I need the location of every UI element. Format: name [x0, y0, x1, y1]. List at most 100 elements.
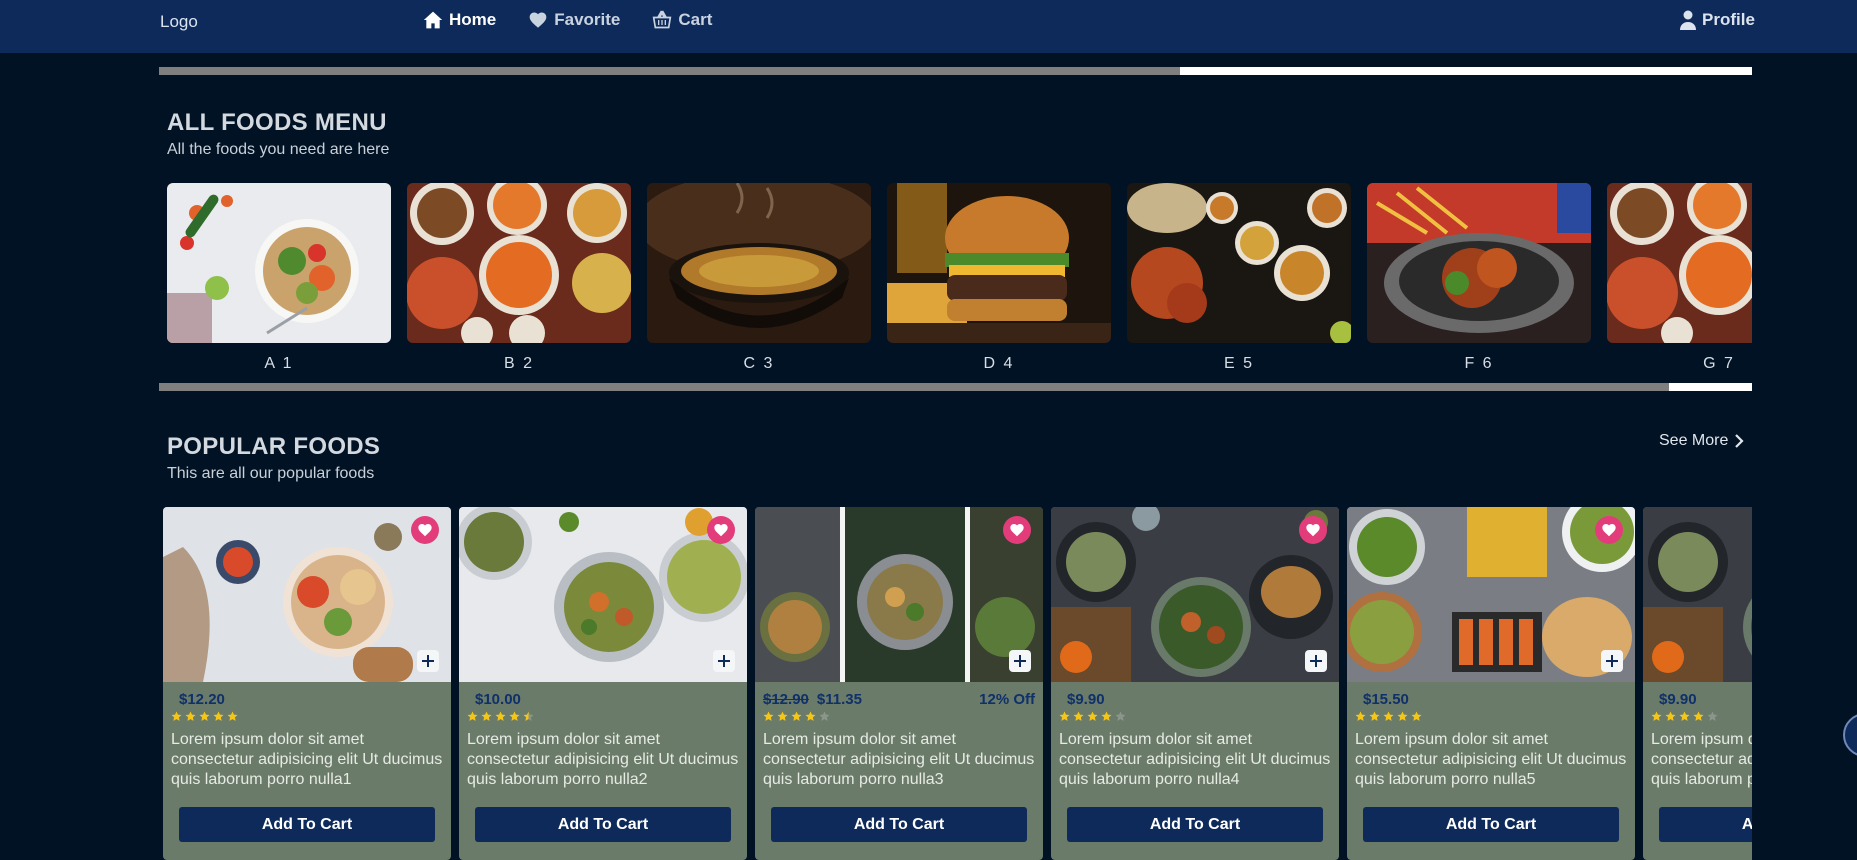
- star-icon: [495, 711, 506, 721]
- star-icon: [199, 711, 210, 721]
- star-icon: [213, 711, 224, 721]
- heart-icon: [714, 524, 728, 537]
- star-icon: [227, 711, 238, 721]
- add-to-cart-button[interactable]: Add To Cart: [1363, 807, 1619, 842]
- add-to-cart-button[interactable]: Add To Cart: [475, 807, 731, 842]
- add-to-cart-button[interactable]: Add To Cart: [771, 807, 1027, 842]
- plus-icon: [422, 655, 434, 667]
- basket-icon: [653, 10, 672, 29]
- old-price: $12.90: [763, 691, 809, 708]
- plus-icon: [718, 655, 730, 667]
- floating-action-button[interactable]: [1843, 713, 1857, 757]
- star-icon: [1383, 711, 1394, 721]
- logo[interactable]: Logo: [160, 12, 198, 32]
- food-card-image: [1643, 507, 1752, 682]
- plus-icon: [1014, 655, 1026, 667]
- user-icon: [1680, 10, 1696, 30]
- star-icon: [185, 711, 196, 721]
- food-card-image: [459, 507, 747, 682]
- star-icon: [1397, 711, 1408, 721]
- price: $9.90: [1651, 691, 1697, 708]
- star-icon: [1411, 711, 1422, 721]
- star-icon: [791, 711, 802, 721]
- favorite-toggle[interactable]: [707, 516, 735, 544]
- nav-home[interactable]: Home: [423, 10, 496, 30]
- menu-item[interactable]: F 6: [1367, 183, 1591, 373]
- menu-scrollbar-thumb[interactable]: [159, 383, 1670, 391]
- star-icon: [1059, 711, 1070, 721]
- star-icon: [777, 711, 788, 721]
- food-card: $12.20 Lorem ipsum dolor sit amet consec…: [163, 507, 451, 860]
- menu-item-image: [887, 183, 1111, 343]
- star-icon: [1651, 711, 1662, 721]
- heart-icon: [1010, 524, 1024, 537]
- nav-favorite[interactable]: Favorite: [528, 10, 620, 30]
- popular-carousel[interactable]: $12.20 Lorem ipsum dolor sit amet consec…: [163, 507, 1752, 860]
- menu-item[interactable]: C 3: [647, 183, 871, 373]
- favorite-toggle[interactable]: [1595, 516, 1623, 544]
- nav-menu: Home Favorite Cart: [423, 10, 712, 30]
- current-price: $9.90: [1659, 691, 1697, 708]
- popular-section-title: POPULAR FOODS: [167, 433, 381, 460]
- quick-add-button[interactable]: [417, 650, 439, 672]
- menu-carousel[interactable]: A 1 B 2 C 3 D 4 E 5 F 6 G 7: [167, 183, 1752, 373]
- menu-scrollbar[interactable]: [159, 383, 1752, 391]
- rating-stars: [1651, 711, 1718, 722]
- menu-item-label: E 5: [1223, 355, 1254, 372]
- add-to-cart-button[interactable]: Add To Cart: [1067, 807, 1323, 842]
- star-icon: [1355, 711, 1366, 721]
- nav-profile-label: Profile: [1702, 10, 1755, 29]
- menu-item-image: [647, 183, 871, 343]
- see-more-link[interactable]: See More: [1659, 432, 1744, 450]
- nav-cart-label: Cart: [678, 10, 713, 29]
- nav-cart[interactable]: Cart: [652, 10, 712, 30]
- rating-stars: [1059, 711, 1126, 722]
- quick-add-button[interactable]: [1009, 650, 1031, 672]
- favorite-toggle[interactable]: [1299, 516, 1327, 544]
- add-to-cart-button[interactable]: Add To Cart: [1659, 807, 1752, 842]
- menu-item-label: D 4: [983, 355, 1015, 372]
- top-navbar: Logo Home Favorite Cart Profile: [0, 0, 1857, 53]
- quick-add-button[interactable]: [1305, 650, 1327, 672]
- price: $12.20: [171, 691, 225, 708]
- nav-profile[interactable]: Profile: [1680, 10, 1755, 30]
- quick-add-button[interactable]: [1601, 650, 1623, 672]
- star-icon: [1115, 711, 1126, 721]
- rating-stars: [467, 711, 534, 722]
- star-icon: [819, 711, 830, 721]
- add-to-cart-button[interactable]: Add To Cart: [179, 807, 435, 842]
- menu-item-label: C 3: [743, 355, 775, 372]
- star-icon: [1073, 711, 1084, 721]
- price: $10.00: [467, 691, 521, 708]
- rating-stars: [763, 711, 830, 722]
- menu-item-image: [1367, 183, 1591, 343]
- menu-section-title: ALL FOODS MENU: [167, 109, 387, 136]
- favorite-toggle[interactable]: [1003, 516, 1031, 544]
- menu-item[interactable]: D 4: [887, 183, 1111, 373]
- food-description: Lorem ipsum dolor sit amet consectetur a…: [1651, 731, 1752, 788]
- plus-icon: [1310, 655, 1322, 667]
- heart-icon: [418, 524, 432, 537]
- current-price: $10.00: [475, 691, 521, 708]
- quick-add-button[interactable]: [713, 650, 735, 672]
- food-description: Lorem ipsum dolor sit amet consectetur a…: [1059, 731, 1331, 788]
- menu-item[interactable]: G 7: [1607, 183, 1752, 373]
- top-progress-bar: [159, 67, 1752, 75]
- menu-item[interactable]: B 2: [407, 183, 631, 373]
- price: $15.50: [1355, 691, 1409, 708]
- food-card-image: [755, 507, 1043, 682]
- favorite-toggle[interactable]: [411, 516, 439, 544]
- star-icon: [481, 711, 492, 721]
- menu-section-subtitle: All the foods you need are here: [167, 141, 390, 158]
- top-progress-fill: [159, 67, 1181, 75]
- food-card: $15.50 Lorem ipsum dolor sit amet consec…: [1347, 507, 1635, 860]
- menu-item[interactable]: E 5: [1127, 183, 1351, 373]
- star-icon: [509, 711, 520, 721]
- food-description: Lorem ipsum dolor sit amet consectetur a…: [467, 731, 739, 788]
- price: $12.90 $11.35: [763, 691, 862, 708]
- menu-item[interactable]: A 1: [167, 183, 391, 373]
- food-card: $10.00 Lorem ipsum dolor sit amet consec…: [459, 507, 747, 860]
- menu-item-label: A 1: [264, 355, 294, 372]
- discount-badge: 12% Off: [979, 691, 1035, 708]
- heart-icon: [1602, 524, 1616, 537]
